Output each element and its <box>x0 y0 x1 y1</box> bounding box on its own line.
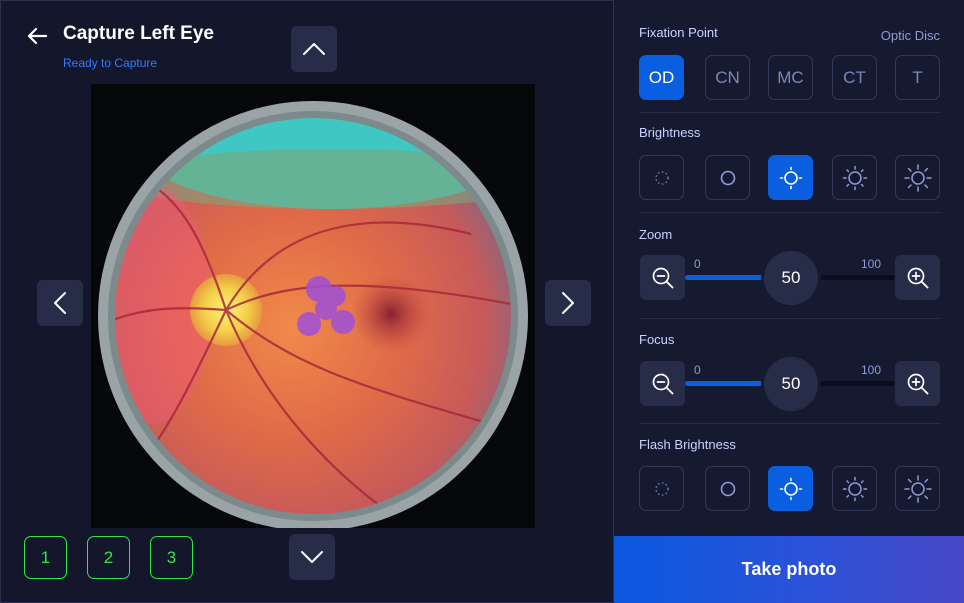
sun-small-icon <box>779 166 802 189</box>
zoom-in-icon <box>907 267 928 288</box>
zoom-min-label: 0 <box>694 257 701 271</box>
move-left-button[interactable] <box>37 280 83 326</box>
preset-1-button[interactable]: 1 <box>24 536 67 579</box>
focus-increase-button[interactable] <box>895 361 940 406</box>
brightness-level-3[interactable] <box>768 155 813 200</box>
fixation-label: Fixation Point <box>639 25 718 40</box>
arrow-left-icon <box>27 27 48 45</box>
zoom-label: Zoom <box>639 227 673 242</box>
fixation-option-od[interactable]: OD <box>639 55 684 100</box>
zoom-out-button[interactable] <box>640 255 685 300</box>
take-photo-button[interactable]: Take photo <box>614 536 964 603</box>
zoom-max-label: 100 <box>861 257 882 271</box>
chevron-left-icon <box>54 292 66 314</box>
sun-large-icon <box>903 163 932 192</box>
focus-label: Focus <box>639 332 675 347</box>
flash-level-1[interactable] <box>639 466 684 511</box>
flash-level-2[interactable] <box>705 466 750 511</box>
preset-2-button[interactable]: 2 <box>87 536 130 579</box>
flash-level-5[interactable] <box>895 466 940 511</box>
chevron-up-icon <box>303 43 325 55</box>
zoom-in-icon <box>907 373 928 394</box>
fixation-option-t[interactable]: T <box>895 55 940 100</box>
brightness-level-1-icon <box>654 170 669 185</box>
flash-brightness-label: Flash Brightness <box>639 437 736 452</box>
fundus-preview <box>91 84 535 528</box>
flash-level-4[interactable] <box>832 466 877 511</box>
sun-medium-icon <box>842 476 867 501</box>
zoom-slider-handle[interactable]: 50 <box>764 251 818 305</box>
focus-min-label: 0 <box>694 363 701 377</box>
focus-max-label: 100 <box>861 363 882 377</box>
brightness-level-5[interactable] <box>895 155 940 200</box>
fixation-option-cn[interactable]: CN <box>705 55 750 100</box>
brightness-label: Brightness <box>639 125 701 140</box>
page-title: Capture Left Eye <box>63 23 214 44</box>
chevron-down-icon <box>301 551 323 563</box>
zoom-in-button[interactable] <box>895 255 940 300</box>
chevron-right-icon <box>562 292 574 314</box>
divider <box>639 212 940 213</box>
flash-level-1-icon <box>654 481 669 496</box>
settings-panel: Fixation Point Optic Disc OD CN MC CT T … <box>614 0 964 603</box>
focus-slider-handle[interactable]: 50 <box>764 357 818 411</box>
preset-3-button[interactable]: 3 <box>150 536 193 579</box>
sun-medium-icon <box>842 165 867 190</box>
focus-decrease-button[interactable] <box>640 361 685 406</box>
retina-image <box>91 84 535 528</box>
zoom-out-icon <box>652 267 673 288</box>
capture-status: Ready to Capture <box>63 56 158 70</box>
divider <box>639 318 940 319</box>
divider <box>639 423 940 424</box>
divider <box>639 112 940 113</box>
fixation-selected-name: Optic Disc <box>880 28 940 43</box>
flash-level-2-icon <box>720 481 735 496</box>
sun-large-icon <box>903 474 932 503</box>
flash-level-3[interactable] <box>768 466 813 511</box>
zoom-out-icon <box>652 373 673 394</box>
move-down-button[interactable] <box>289 534 335 580</box>
move-right-button[interactable] <box>545 280 591 326</box>
brightness-level-2-icon <box>720 170 735 185</box>
capture-panel: Capture Left Eye Ready to Capture 1 2 3 <box>0 0 614 603</box>
fixation-option-ct[interactable]: CT <box>832 55 877 100</box>
fixation-option-mc[interactable]: MC <box>768 55 813 100</box>
brightness-level-4[interactable] <box>832 155 877 200</box>
move-up-button[interactable] <box>291 26 337 72</box>
sun-small-icon <box>779 477 802 500</box>
brightness-level-2[interactable] <box>705 155 750 200</box>
brightness-level-1[interactable] <box>639 155 684 200</box>
back-button[interactable] <box>23 23 51 49</box>
